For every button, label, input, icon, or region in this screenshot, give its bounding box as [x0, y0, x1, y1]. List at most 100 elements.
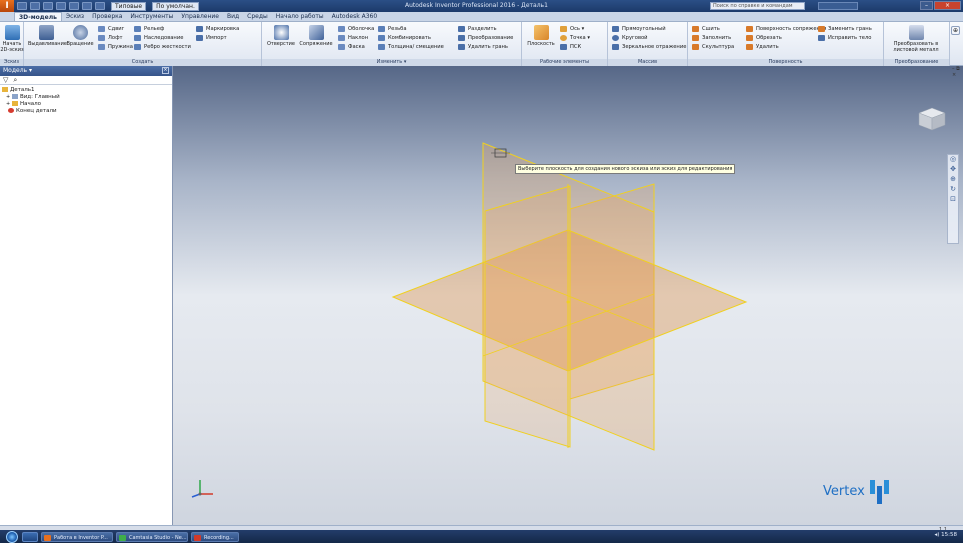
pan-icon[interactable]: ✥ — [948, 165, 958, 175]
update-icon[interactable] — [95, 2, 105, 10]
tree-item-view[interactable]: + Вид: Главный — [2, 94, 172, 101]
group-label: Рабочие элементы — [522, 59, 607, 66]
repair-body-button[interactable]: Исправить тело — [818, 34, 871, 42]
stitch-button[interactable]: Сшить — [692, 25, 720, 33]
emboss-button[interactable]: Рельеф — [134, 25, 164, 33]
ribbon-options-icon[interactable]: ⊕ — [951, 26, 960, 35]
xz-plane-front[interactable] — [484, 185, 571, 448]
search-icon[interactable]: ⌕ — [13, 76, 17, 85]
thicken-button[interactable]: Толщина/ смещение — [378, 43, 444, 51]
explorer-pin-icon[interactable] — [22, 531, 38, 542]
inventor-logo-icon[interactable]: I — [0, 0, 14, 12]
tab-inspect[interactable]: Проверка — [88, 12, 126, 21]
replace-face-button[interactable]: Заменить грань — [818, 25, 872, 33]
save-icon[interactable] — [43, 2, 53, 10]
delete-button[interactable]: Удалить — [746, 43, 779, 51]
plane-button[interactable]: Плоскость — [526, 25, 556, 47]
thread-button[interactable]: Резьба — [378, 25, 407, 33]
origin-point[interactable] — [566, 300, 570, 304]
start-sketch-button[interactable]: Начать 2D-эскиз — [0, 25, 24, 53]
rib-button[interactable]: Ребро жесткости — [134, 43, 191, 51]
coil-button[interactable]: Пружина — [98, 43, 133, 51]
tree-item-origin[interactable]: + Начало — [2, 101, 172, 108]
loft-button[interactable]: Лофт — [98, 34, 123, 42]
delete-face-button[interactable]: Удалить грань — [458, 43, 508, 51]
window-title: Autodesk Inventor Professional 2016 - Де… — [405, 2, 548, 9]
camtasia-icon — [119, 534, 126, 541]
trim-button[interactable]: Обрезать — [746, 34, 782, 42]
point-button[interactable]: Точка ▾ — [560, 34, 590, 42]
sheet-metal-icon — [908, 25, 924, 40]
minimize-button[interactable]: – — [920, 1, 933, 10]
rect-pattern-button[interactable]: Прямоугольный — [612, 25, 666, 33]
hole-button[interactable]: Отверстие — [266, 25, 296, 47]
orbit-icon[interactable]: ↻ — [948, 185, 958, 195]
extrude-button[interactable]: Выдавливание — [28, 25, 67, 47]
group-create: Выдавливание Вращение Сдвиг Лофт Пружина… — [24, 22, 262, 66]
tab-a360[interactable]: Autodesk A360 — [328, 12, 382, 21]
group-label: Эскиз — [0, 59, 23, 66]
clock[interactable]: 15:58 — [941, 532, 957, 538]
revolve-button[interactable]: Вращение — [64, 25, 96, 47]
ucs-button[interactable]: ПСК — [560, 43, 581, 51]
draft-button[interactable]: Наклон — [338, 34, 368, 42]
inventor-icon — [44, 534, 51, 541]
record-icon — [194, 534, 201, 541]
import-button[interactable]: Импорт — [196, 34, 227, 42]
viewcube[interactable] — [917, 106, 947, 132]
chamfer-button[interactable]: Фаска — [338, 43, 365, 51]
convert-sheet-metal-button[interactable]: Преобразовать в листовой металл — [886, 25, 946, 53]
combine-button[interactable]: Комбинировать — [378, 34, 431, 42]
taskbar-item-camtasia[interactable]: Camtasia Studio - Ne... — [116, 531, 188, 542]
sweep-button[interactable]: Сдвиг — [98, 25, 124, 33]
browser-title[interactable]: Модель ▾ — [3, 67, 32, 74]
direct-edit-button[interactable]: Преобразование — [458, 34, 513, 42]
zoom-icon[interactable]: ⊕ — [948, 175, 958, 185]
fillet-button[interactable]: Сопряжение — [298, 25, 334, 47]
close-window-button[interactable]: × — [934, 1, 961, 10]
home-icon[interactable] — [82, 2, 92, 10]
tab-tools[interactable]: Инструменты — [126, 12, 177, 21]
derive-button[interactable]: Наследование — [134, 34, 183, 42]
new-icon[interactable] — [17, 2, 27, 10]
tab-view[interactable]: Вид — [223, 12, 243, 21]
tab-sketch[interactable]: Эскиз — [62, 12, 88, 21]
quick-style-dropdown[interactable]: Типовые — [111, 1, 147, 11]
help-search-input[interactable]: Поиск по справке и командам — [710, 2, 805, 10]
look-at-icon[interactable]: ⊡ — [948, 195, 958, 205]
redo-icon[interactable] — [69, 2, 79, 10]
axis-button[interactable]: Ось ▾ — [560, 25, 584, 33]
extend-surface-button[interactable]: Поверхность сопряжения — [746, 25, 826, 33]
view-style-dropdown[interactable]: По умолчан. — [152, 1, 199, 11]
group-work-features: Плоскость Ось ▾ Точка ▾ ПСК Рабочие элем… — [522, 22, 608, 66]
viewport-window-controls[interactable]: – ⧉ × — [952, 66, 963, 78]
mirror-button[interactable]: Зеркальное отражение — [612, 43, 686, 51]
undo-icon[interactable] — [56, 2, 66, 10]
circ-pattern-button[interactable]: Круговой — [612, 34, 648, 42]
tree-item-part[interactable]: Деталь1 — [2, 87, 172, 94]
tab-get-started[interactable]: Начало работы — [272, 12, 328, 21]
open-icon[interactable] — [30, 2, 40, 10]
filter-icon[interactable]: ▽ — [3, 76, 8, 84]
taskbar-item-recording[interactable]: Recording... — [191, 531, 239, 542]
graphics-viewport[interactable]: – ⧉ × ◎ ✥ ⊕ ↻ ⊡ Выберите плоскость для с… — [173, 66, 963, 525]
chamfer-icon — [338, 44, 345, 50]
tab-3d-model[interactable]: 3D-модель — [14, 12, 62, 21]
tree-item-end-of-part[interactable]: Конец детали — [2, 108, 172, 115]
taskbar-item-inventor[interactable]: Работа в Inventor P... — [41, 531, 113, 542]
patch-button[interactable]: Заполнить — [692, 34, 731, 42]
expand-icon[interactable]: + — [6, 101, 10, 107]
tab-environments[interactable]: Среды — [243, 12, 272, 21]
decal-button[interactable]: Маркировка — [196, 25, 239, 33]
start-button[interactable] — [6, 530, 18, 543]
steering-wheel-icon[interactable]: ◎ — [948, 155, 958, 165]
close-icon[interactable]: × — [162, 67, 169, 74]
origin-planes-svg[interactable] — [173, 66, 963, 525]
expand-icon[interactable]: + — [6, 94, 10, 100]
tab-manage[interactable]: Управление — [177, 12, 223, 21]
volume-icon[interactable]: ◂) — [934, 532, 939, 538]
sign-in-button[interactable] — [818, 2, 858, 10]
shell-button[interactable]: Оболочка — [338, 25, 374, 33]
split-button[interactable]: Разделить — [458, 25, 497, 33]
sculpt-button[interactable]: Скульптура — [692, 43, 734, 51]
